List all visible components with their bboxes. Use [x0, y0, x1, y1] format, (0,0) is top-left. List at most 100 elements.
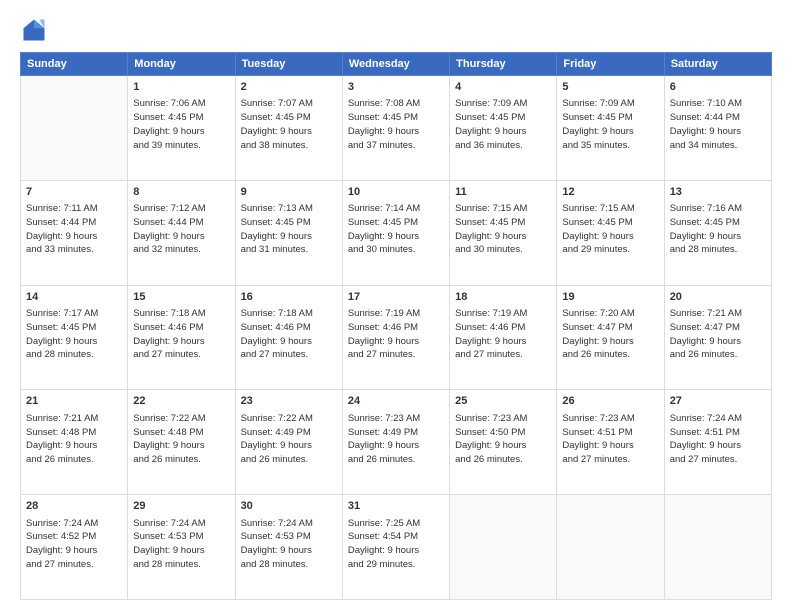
- calendar-cell: 16Sunrise: 7:18 AMSunset: 4:46 PMDayligh…: [235, 285, 342, 390]
- day-number: 25: [455, 394, 551, 409]
- day-number: 15: [133, 290, 229, 305]
- calendar-cell: 25 Sunrise: 7:23 AMSunset: 4:50 PMDayligh…: [450, 390, 557, 495]
- calendar-cell: 21 Sunrise: 7:21 AMSunset: 4:48 PMDayligh…: [21, 390, 128, 495]
- calendar-cell: 5 Sunrise: 7:09 AMSunset: 4:45 PMDaylight…: [557, 76, 664, 181]
- calendar-cell: 8 Sunrise: 7:12 AMSunset: 4:44 PMDaylight…: [128, 180, 235, 285]
- day-info: Sunrise: 7:17 AMSunset: 4:45 PMDaylight:…: [26, 307, 122, 362]
- day-number: 28: [26, 499, 122, 514]
- day-number: 10: [348, 185, 444, 200]
- calendar-cell: 30 Sunrise: 7:24 AMSunset: 4:53 PMDayligh…: [235, 495, 342, 600]
- day-number: 1: [133, 80, 229, 95]
- page: SundayMondayTuesdayWednesdayThursdayFrid…: [0, 0, 792, 612]
- day-number: 2: [241, 80, 337, 95]
- day-info: Sunrise: 7:16 AMSunset: 4:45 PMDaylight:…: [670, 202, 766, 257]
- day-number: 30: [241, 499, 337, 514]
- day-info: Sunrise: 7:24 AMSunset: 4:51 PMDaylight:…: [670, 412, 766, 467]
- day-number: 27: [670, 394, 766, 409]
- week-row-3: 14 Sunrise: 7:17 AMSunset: 4:45 PMDayligh…: [21, 285, 772, 390]
- day-number: 14: [26, 290, 122, 305]
- col-header-friday: Friday: [557, 53, 664, 76]
- calendar-cell: 2 Sunrise: 7:07 AMSunset: 4:45 PMDaylight…: [235, 76, 342, 181]
- day-number: 24: [348, 394, 444, 409]
- day-number: 23: [241, 394, 337, 409]
- day-number: 6: [670, 80, 766, 95]
- day-info: Sunrise: 7:24 AMSunset: 4:53 PMDaylight:…: [241, 517, 337, 572]
- day-info: Sunrise: 7:13 AMSunset: 4:45 PMDaylight:…: [241, 202, 337, 257]
- day-number: 17: [348, 290, 444, 305]
- calendar-cell: 24 Sunrise: 7:23 AMSunset: 4:49 PMDayligh…: [342, 390, 449, 495]
- day-info: Sunrise: 7:09 AMSunset: 4:45 PMDaylight:…: [455, 97, 551, 152]
- day-info: Sunrise: 7:23 AMSunset: 4:50 PMDaylight:…: [455, 412, 551, 467]
- calendar-cell: 3Sunrise: 7:08 AMSunset: 4:45 PMDaylight…: [342, 76, 449, 181]
- week-row-5: 28 Sunrise: 7:24 AMSunset: 4:52 PMDayligh…: [21, 495, 772, 600]
- calendar-cell: 9 Sunrise: 7:13 AMSunset: 4:45 PMDaylight…: [235, 180, 342, 285]
- day-number: 26: [562, 394, 658, 409]
- week-row-2: 7 Sunrise: 7:11 AMSunset: 4:44 PMDaylight…: [21, 180, 772, 285]
- day-info: Sunrise: 7:19 AMSunset: 4:46 PMDaylight:…: [455, 307, 551, 362]
- col-header-tuesday: Tuesday: [235, 53, 342, 76]
- calendar-cell: [557, 495, 664, 600]
- day-info: Sunrise: 7:19 AMSunset: 4:46 PMDaylight:…: [348, 307, 444, 362]
- day-number: 22: [133, 394, 229, 409]
- day-number: 19: [562, 290, 658, 305]
- calendar-cell: 13 Sunrise: 7:16 AMSunset: 4:45 PMDayligh…: [664, 180, 771, 285]
- day-info: Sunrise: 7:21 AMSunset: 4:47 PMDaylight:…: [670, 307, 766, 362]
- day-info: Sunrise: 7:10 AMSunset: 4:44 PMDaylight:…: [670, 97, 766, 152]
- day-info: Sunrise: 7:11 AMSunset: 4:44 PMDaylight:…: [26, 202, 122, 257]
- col-header-thursday: Thursday: [450, 53, 557, 76]
- day-number: 3: [348, 80, 444, 95]
- calendar-cell: 20Sunrise: 7:21 AMSunset: 4:47 PMDayligh…: [664, 285, 771, 390]
- day-number: 5: [562, 80, 658, 95]
- calendar-cell: 12 Sunrise: 7:15 AMSunset: 4:45 PMDayligh…: [557, 180, 664, 285]
- day-number: 8: [133, 185, 229, 200]
- day-number: 9: [241, 185, 337, 200]
- calendar-cell: 22Sunrise: 7:22 AMSunset: 4:48 PMDayligh…: [128, 390, 235, 495]
- day-info: Sunrise: 7:07 AMSunset: 4:45 PMDaylight:…: [241, 97, 337, 152]
- calendar-cell: 6 Sunrise: 7:10 AMSunset: 4:44 PMDaylight…: [664, 76, 771, 181]
- logo-icon: [20, 16, 48, 44]
- day-info: Sunrise: 7:24 AMSunset: 4:53 PMDaylight:…: [133, 517, 229, 572]
- week-row-1: 1 Sunrise: 7:06 AMSunset: 4:45 PMDaylight…: [21, 76, 772, 181]
- day-info: Sunrise: 7:06 AMSunset: 4:45 PMDaylight:…: [133, 97, 229, 152]
- day-number: 7: [26, 185, 122, 200]
- logo: [20, 16, 52, 44]
- calendar-cell: 17 Sunrise: 7:19 AMSunset: 4:46 PMDayligh…: [342, 285, 449, 390]
- day-info: Sunrise: 7:23 AMSunset: 4:49 PMDaylight:…: [348, 412, 444, 467]
- header: [20, 16, 772, 44]
- calendar-cell: [21, 76, 128, 181]
- day-number: 16: [241, 290, 337, 305]
- calendar-cell: 18Sunrise: 7:19 AMSunset: 4:46 PMDayligh…: [450, 285, 557, 390]
- header-row: SundayMondayTuesdayWednesdayThursdayFrid…: [21, 53, 772, 76]
- calendar-cell: [664, 495, 771, 600]
- day-number: 4: [455, 80, 551, 95]
- day-number: 13: [670, 185, 766, 200]
- day-info: Sunrise: 7:25 AMSunset: 4:54 PMDaylight:…: [348, 517, 444, 572]
- day-info: Sunrise: 7:23 AMSunset: 4:51 PMDaylight:…: [562, 412, 658, 467]
- day-info: Sunrise: 7:15 AMSunset: 4:45 PMDaylight:…: [562, 202, 658, 257]
- day-number: 21: [26, 394, 122, 409]
- day-number: 12: [562, 185, 658, 200]
- day-number: 31: [348, 499, 444, 514]
- calendar-cell: 1 Sunrise: 7:06 AMSunset: 4:45 PMDaylight…: [128, 76, 235, 181]
- day-info: Sunrise: 7:21 AMSunset: 4:48 PMDaylight:…: [26, 412, 122, 467]
- calendar-cell: 10 Sunrise: 7:14 AMSunset: 4:45 PMDayligh…: [342, 180, 449, 285]
- calendar-cell: 28 Sunrise: 7:24 AMSunset: 4:52 PMDayligh…: [21, 495, 128, 600]
- col-header-sunday: Sunday: [21, 53, 128, 76]
- col-header-wednesday: Wednesday: [342, 53, 449, 76]
- calendar-cell: 7 Sunrise: 7:11 AMSunset: 4:44 PMDaylight…: [21, 180, 128, 285]
- day-info: Sunrise: 7:24 AMSunset: 4:52 PMDaylight:…: [26, 517, 122, 572]
- calendar-cell: 11Sunrise: 7:15 AMSunset: 4:45 PMDayligh…: [450, 180, 557, 285]
- day-info: Sunrise: 7:09 AMSunset: 4:45 PMDaylight:…: [562, 97, 658, 152]
- calendar-cell: [450, 495, 557, 600]
- calendar-cell: 23 Sunrise: 7:22 AMSunset: 4:49 PMDayligh…: [235, 390, 342, 495]
- calendar-cell: 31 Sunrise: 7:25 AMSunset: 4:54 PMDayligh…: [342, 495, 449, 600]
- calendar-cell: 19Sunrise: 7:20 AMSunset: 4:47 PMDayligh…: [557, 285, 664, 390]
- col-header-monday: Monday: [128, 53, 235, 76]
- day-info: Sunrise: 7:14 AMSunset: 4:45 PMDaylight:…: [348, 202, 444, 257]
- calendar-cell: 26 Sunrise: 7:23 AMSunset: 4:51 PMDayligh…: [557, 390, 664, 495]
- day-number: 29: [133, 499, 229, 514]
- week-row-4: 21 Sunrise: 7:21 AMSunset: 4:48 PMDayligh…: [21, 390, 772, 495]
- day-info: Sunrise: 7:12 AMSunset: 4:44 PMDaylight:…: [133, 202, 229, 257]
- calendar-cell: 27 Sunrise: 7:24 AMSunset: 4:51 PMDayligh…: [664, 390, 771, 495]
- day-info: Sunrise: 7:22 AMSunset: 4:49 PMDaylight:…: [241, 412, 337, 467]
